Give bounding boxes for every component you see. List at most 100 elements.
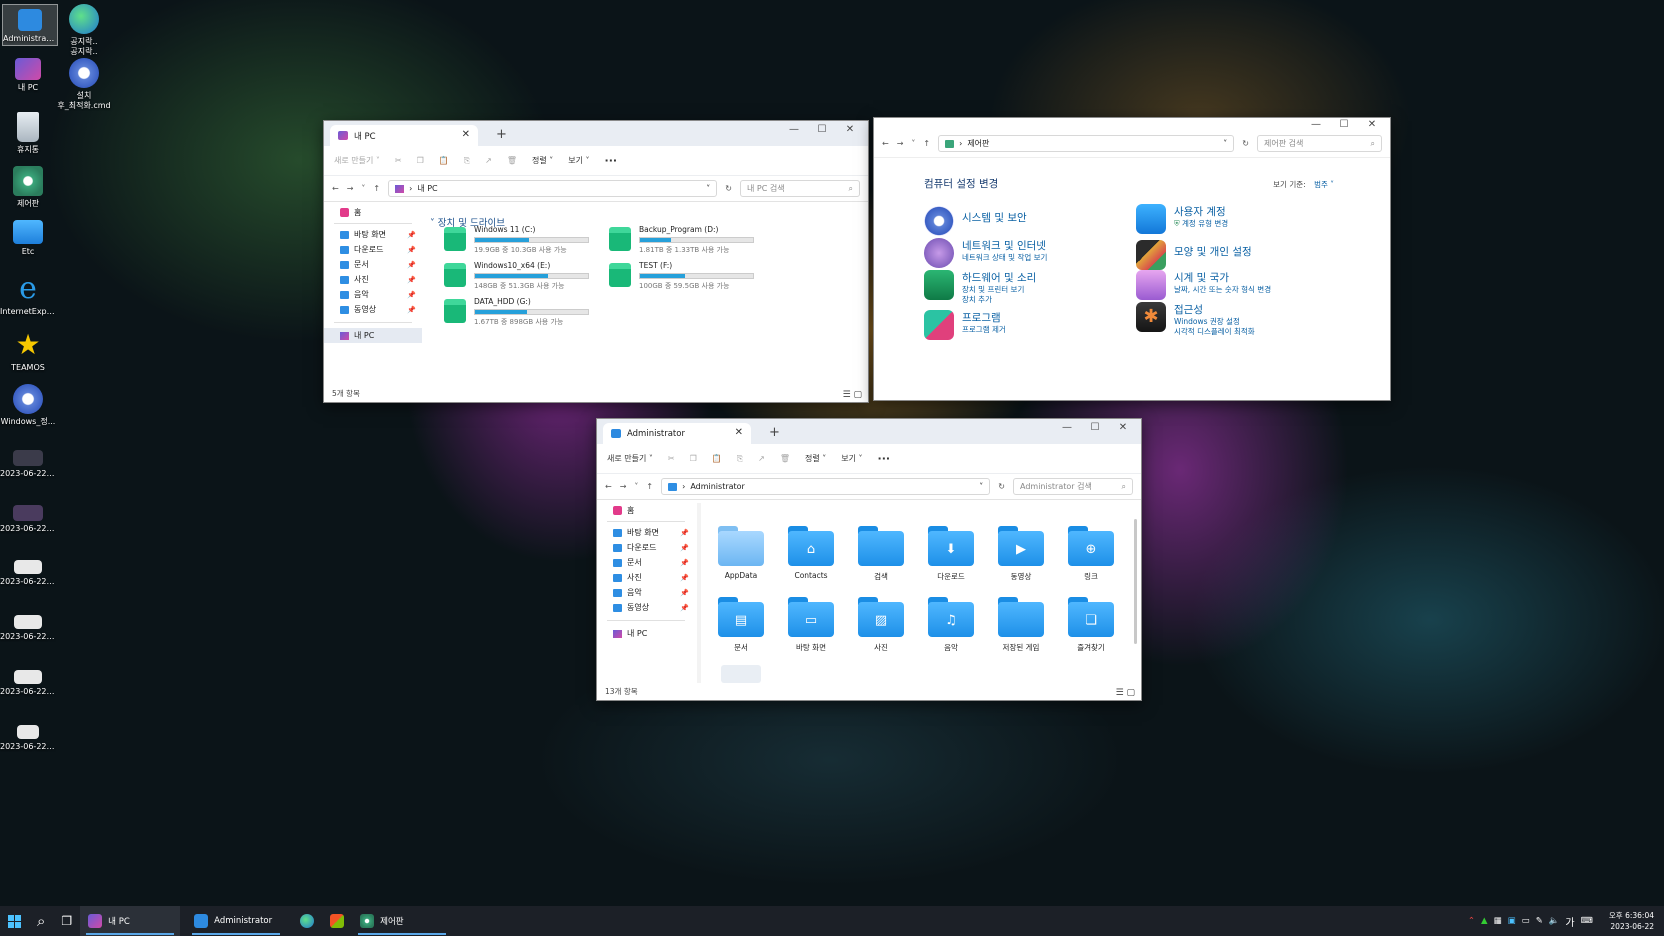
category-link[interactable]: 날짜, 시간 또는 숫자 형식 변경	[1174, 285, 1271, 295]
nav-item-downloads[interactable]: 다운로드 📌	[597, 540, 695, 555]
task-view-button[interactable]: ❐	[53, 906, 80, 936]
taskbar-app-control-panel[interactable]: 제어판	[352, 906, 452, 936]
view-toggle-icons[interactable]: ☰ ▢	[843, 390, 862, 400]
chevron-up-icon[interactable]: ⌃	[1468, 916, 1475, 926]
view-button[interactable]: 보기 ˅	[568, 155, 589, 166]
close-button[interactable]: ✕	[1109, 422, 1137, 433]
chevron-down-icon[interactable]: ˅	[1223, 139, 1227, 148]
display-icon[interactable]: ▣	[1508, 916, 1516, 926]
share-icon[interactable]: ↗	[485, 156, 492, 165]
folder-item[interactable]: ⊕ 링크	[1063, 526, 1119, 582]
paste-icon[interactable]: 📋	[439, 156, 449, 165]
close-button[interactable]: ✕	[1358, 119, 1386, 130]
search-input[interactable]: Administrator 검색 ⌕	[1013, 478, 1133, 495]
desktop-icon-screenshot[interactable]: 2023-06-22_...	[0, 505, 56, 534]
close-tab-icon[interactable]: ✕	[462, 129, 470, 140]
desktop-icon-screenshot[interactable]: 2023-06-22_...	[0, 560, 56, 587]
category-appearance[interactable]: 모양 및 개인 설정	[1136, 240, 1252, 270]
keyboard-icon[interactable]: ⌨	[1581, 916, 1593, 926]
folder-item[interactable]: 저장된 게임	[993, 597, 1049, 653]
clock[interactable]: 오후 6:36:04 2023-06-22	[1609, 910, 1654, 932]
category-link[interactable]: 시각적 디스플레이 최적화	[1174, 327, 1255, 337]
folder-item-partial[interactable]	[721, 665, 761, 683]
folder-item[interactable]: ❏ 즐겨찾기	[1063, 597, 1119, 653]
forward-icon[interactable]: →	[897, 139, 904, 148]
category-link[interactable]: 네트워크 상태 및 작업 보기	[962, 253, 1047, 263]
chevron-down-icon[interactable]: ˅	[979, 482, 983, 491]
volume-icon[interactable]: 🔈	[1549, 916, 1560, 926]
nav-item-home[interactable]: 홈	[597, 503, 695, 518]
ime-indicator[interactable]: 가	[1565, 914, 1574, 929]
nav-item-desktop[interactable]: 바탕 화면 📌	[597, 525, 695, 540]
network-tray-icon[interactable]: ▦	[1494, 916, 1502, 926]
forward-icon[interactable]: →	[347, 184, 354, 193]
up-icon[interactable]: ↑	[923, 139, 930, 148]
more-button[interactable]: ···	[605, 154, 618, 167]
nav-item-downloads[interactable]: 다운로드 📌	[324, 242, 422, 257]
maximize-button[interactable]: ☐	[1081, 422, 1109, 433]
taskbar-edge[interactable]	[292, 906, 322, 936]
desktop-icon-teamos[interactable]: ★ TEAMOS	[0, 330, 56, 373]
folder-item[interactable]: ▨ 사진	[853, 597, 909, 653]
cut-icon[interactable]: ✂	[668, 454, 675, 463]
refresh-icon[interactable]: ↻	[1242, 139, 1249, 148]
desktop-icon-screenshot[interactable]: 2023-06-22_...	[0, 450, 56, 479]
nav-item-videos[interactable]: 동영상 📌	[324, 302, 422, 317]
desktop-icon-recycle-bin[interactable]: 휴지통	[0, 112, 56, 155]
drive-item[interactable]: DATA_HDD (G:) 1.67TB 중 898GB 사용 가능	[444, 297, 594, 329]
taskbar-store[interactable]	[322, 906, 352, 936]
folder-item[interactable]: 검색	[853, 526, 909, 582]
maximize-button[interactable]: ☐	[1330, 119, 1358, 130]
chevron-down-icon[interactable]: ˅	[911, 139, 915, 148]
minimize-button[interactable]: —	[780, 124, 808, 135]
scrollbar[interactable]	[1134, 519, 1137, 644]
category-programs[interactable]: 프로그램 프로그램 제거	[924, 310, 1006, 340]
view-toggle-icons[interactable]: ☰ ▢	[1116, 688, 1135, 698]
desktop-icon-cmd[interactable]: 설치 후_최적화.cmd	[56, 58, 112, 111]
desktop-icon-administrator[interactable]: Administrator	[2, 4, 58, 46]
maximize-button[interactable]: ☐	[808, 124, 836, 135]
chevron-down-icon[interactable]: ˅	[634, 482, 638, 491]
nav-item-music[interactable]: 음악 📌	[597, 585, 695, 600]
copy-icon[interactable]: ❐	[690, 454, 697, 463]
back-icon[interactable]: ←	[605, 482, 612, 491]
desktop-icon-windows-settings[interactable]: Windows_정...	[0, 384, 56, 427]
folder-item[interactable]: ♫ 음악	[923, 597, 979, 653]
forward-icon[interactable]: →	[620, 482, 627, 491]
nav-item-desktop[interactable]: 바탕 화면 📌	[324, 227, 422, 242]
drive-item[interactable]: Windows 11 (C:) 19.9GB 중 10.3GB 사용 가능	[444, 225, 594, 257]
tab-mypc[interactable]: 내 PC ✕	[330, 125, 478, 146]
nav-item-home[interactable]: 홈	[324, 205, 422, 220]
back-icon[interactable]: ←	[332, 184, 339, 193]
address-bar[interactable]: › Administrator ˅	[661, 478, 991, 495]
category-link[interactable]: 프로그램 제거	[962, 325, 1006, 335]
nav-item-music[interactable]: 음악 📌	[324, 287, 422, 302]
sort-button[interactable]: 정렬 ˅	[532, 155, 553, 166]
search-input[interactable]: 제어판 검색 ⌕	[1257, 135, 1382, 152]
drive-item[interactable]: Windows10_x64 (E:) 148GB 중 51.3GB 사용 가능	[444, 261, 594, 293]
nav-item-videos[interactable]: 동영상 📌	[597, 600, 695, 615]
back-icon[interactable]: ←	[882, 139, 889, 148]
desktop-icon-control-panel[interactable]: 제어판	[0, 166, 56, 209]
drive-item[interactable]: TEST (F:) 100GB 중 59.5GB 사용 가능	[609, 261, 759, 293]
category-hardware-sound[interactable]: 하드웨어 및 소리 장치 및 프린터 보기 장치 추가	[924, 270, 1036, 305]
desktop-icon-edge[interactable]: 공지락.. 공지락..	[56, 4, 112, 57]
copy-icon[interactable]: ❐	[417, 156, 424, 165]
new-tab-button[interactable]: +	[496, 127, 507, 142]
desktop-icon-etc[interactable]: Etc	[0, 220, 56, 257]
folder-item[interactable]: ▭ 바탕 화면	[783, 597, 839, 653]
address-bar[interactable]: › 제어판 ˅	[938, 135, 1235, 152]
nav-item-documents[interactable]: 문서 📌	[597, 555, 695, 570]
category-accessibility[interactable]: ✱ 접근성 Windows 권장 설정 시각적 디스플레이 최적화	[1136, 302, 1255, 337]
cut-icon[interactable]: ✂	[395, 156, 402, 165]
nav-item-pictures[interactable]: 사진 📌	[324, 272, 422, 287]
desktop-icon-internet-explorer[interactable]: e InternetExplor...	[0, 274, 56, 317]
nav-item-thispc[interactable]: 내 PC	[324, 328, 422, 343]
paste-icon[interactable]: 📋	[712, 454, 722, 463]
desktop-icon-mypc[interactable]: 내 PC	[0, 58, 56, 93]
category-link[interactable]: ⛨ 계정 유형 변경	[1174, 219, 1228, 229]
rename-icon[interactable]: ⎘	[737, 454, 743, 464]
new-button[interactable]: 새로 만들기 ˅	[607, 453, 653, 464]
more-button[interactable]: ···	[878, 452, 891, 465]
category-system-security[interactable]: 시스템 및 보안	[924, 206, 1027, 236]
